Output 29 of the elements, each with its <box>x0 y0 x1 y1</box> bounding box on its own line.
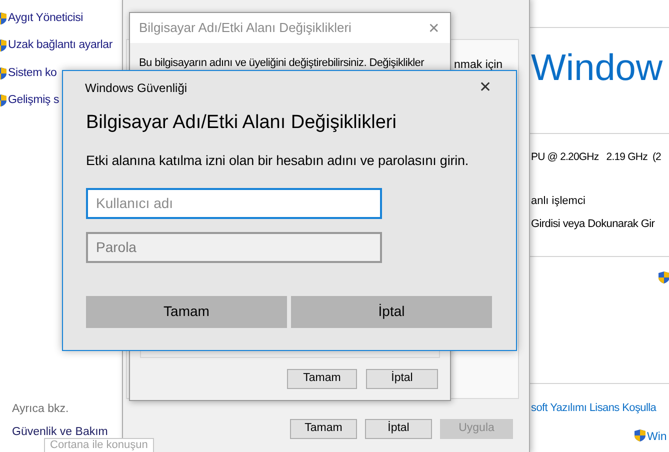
pen-touch-text: Girdisi veya Dokunarak Gir <box>531 217 655 232</box>
edition-title: Window <box>531 46 663 90</box>
see-also-heading: Ayrıca bkz. <box>12 402 69 417</box>
instruction-text: Etki alanına katılma izni olan bir hesabın adını ve parolasını girin. <box>86 152 470 170</box>
sidebar-link[interactable]: Gelişmiş s <box>8 92 60 109</box>
panel-text: nmak için <box>454 58 503 73</box>
window-title: Bilgisayar Adı/Etki Alanı Değişiklikleri <box>139 19 352 38</box>
dialog-heading: Bilgisayar Adı/Etki Alanı Değişiklikleri <box>86 110 398 134</box>
shield-icon <box>634 429 646 442</box>
close-button[interactable]: ✕ <box>479 77 492 100</box>
sidebar-link[interactable]: Aygıt Yöneticisi <box>8 10 84 28</box>
shield-icon <box>658 271 669 284</box>
input-field[interactable]: Kullanıcı adı <box>86 188 382 219</box>
dialog-button[interactable]: Tamam <box>86 296 287 328</box>
sidebar-link[interactable]: Sistem ko <box>8 64 57 82</box>
tooltip: Cortana ile konuşun <box>44 438 154 452</box>
processor-text: PU @ 2.20GHz 2.19 GHz (2 <box>531 150 661 165</box>
description-text: Bu bilgisayarın adını ve üyeliğini değiştirebilirsiniz. Değişiklikler <box>139 56 426 71</box>
dialog-button[interactable]: İptal <box>366 369 438 389</box>
dialog-button[interactable]: Tamam <box>290 419 357 439</box>
window-title: Windows Güvenliği <box>85 80 188 98</box>
activation-link[interactable]: Win <box>647 429 667 446</box>
input-field[interactable]: Parola <box>86 232 382 263</box>
sidebar-link[interactable]: Uzak bağlantı ayarlar <box>8 37 112 54</box>
dialog-button[interactable]: İptal <box>365 419 432 439</box>
dialog-button[interactable]: İptal <box>291 296 492 328</box>
license-link[interactable]: soft Yazılımı Lisans Koşulla <box>531 400 656 416</box>
dialog-button[interactable]: Tamam <box>287 369 357 389</box>
system-type-text: anlı işlemci <box>531 194 586 209</box>
